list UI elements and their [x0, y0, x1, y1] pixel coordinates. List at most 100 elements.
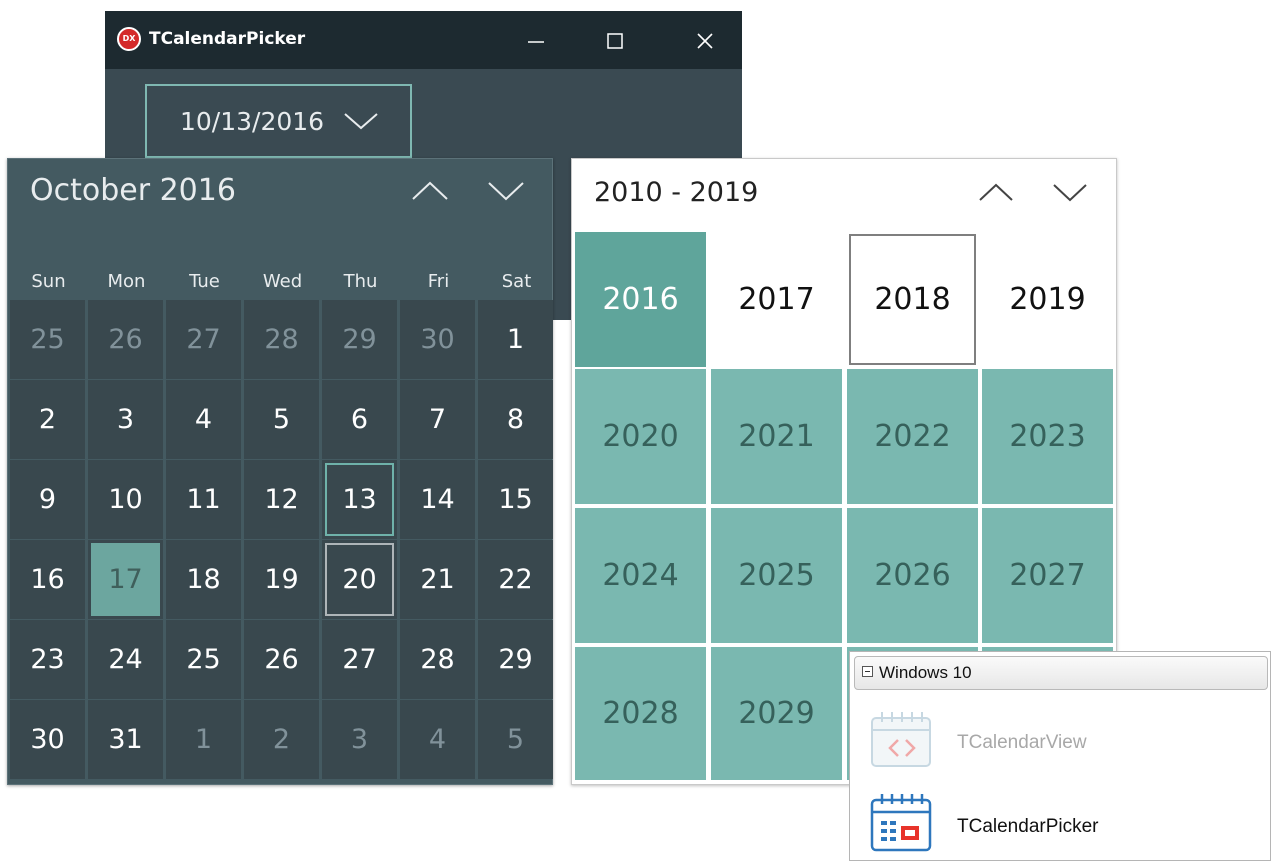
year-cell[interactable]: 2019	[982, 232, 1113, 367]
day-cell[interactable]: 26	[244, 620, 319, 699]
day-number: 30	[30, 724, 65, 755]
year-cell[interactable]: 2028	[575, 647, 706, 780]
day-cell[interactable]: 20	[322, 540, 397, 619]
title-bar[interactable]: DX TCalendarPicker	[105, 11, 742, 69]
collapse-icon[interactable]	[862, 666, 873, 677]
day-number: 2	[38, 404, 57, 435]
close-icon	[697, 33, 713, 49]
weekday-label: Wed	[262, 271, 303, 292]
day-cell[interactable]: 24	[88, 620, 163, 699]
previous-decade-icon[interactable]	[978, 181, 1014, 203]
maximize-icon	[607, 33, 623, 49]
day-cell[interactable]: 30	[400, 300, 475, 379]
tool-palette: Windows 10 TCalendarView TCalendarPicker	[849, 651, 1271, 861]
day-cell[interactable]: 2	[10, 380, 85, 459]
year-cell[interactable]: 2024	[575, 508, 706, 643]
day-cell[interactable]: 28	[400, 620, 475, 699]
day-cell[interactable]: 30	[10, 700, 85, 779]
day-cell[interactable]: 27	[166, 300, 241, 379]
day-cell[interactable]: 10	[88, 460, 163, 539]
year-number: 2017	[738, 282, 815, 317]
day-number: 31	[108, 724, 143, 755]
day-cell[interactable]: 1	[166, 700, 241, 779]
day-cell[interactable]: 8	[478, 380, 553, 459]
weekday-label: Thu	[343, 271, 378, 292]
day-number: 22	[498, 564, 533, 595]
year-cell[interactable]: 2017	[711, 232, 842, 367]
day-cell[interactable]: 13	[322, 460, 397, 539]
day-cell[interactable]: 3	[88, 380, 163, 459]
day-cell[interactable]: 19	[244, 540, 319, 619]
minimize-button[interactable]	[516, 23, 556, 57]
year-cell[interactable]: 2027	[982, 508, 1113, 643]
palette-item-calendar-view[interactable]: TCalendarView	[957, 732, 1087, 754]
day-cell[interactable]: 28	[244, 300, 319, 379]
decade-header[interactable]: 2010 - 2019	[594, 177, 758, 208]
day-cell[interactable]: 25	[166, 620, 241, 699]
palette-category-header[interactable]: Windows 10	[854, 656, 1268, 690]
year-cell[interactable]: 2029	[711, 647, 842, 780]
previous-month-icon[interactable]	[411, 179, 449, 203]
day-number: 23	[30, 644, 65, 675]
day-cell[interactable]: 31	[88, 700, 163, 779]
next-decade-icon[interactable]	[1052, 181, 1088, 203]
day-cell[interactable]: 14	[400, 460, 475, 539]
year-number: 2028	[602, 696, 679, 731]
year-number: 2022	[874, 419, 951, 454]
day-cell[interactable]: 21	[400, 540, 475, 619]
chevron-down-icon	[344, 113, 378, 130]
year-cell[interactable]: 2021	[711, 369, 842, 504]
day-cell[interactable]: 9	[10, 460, 85, 539]
day-number: 16	[30, 564, 65, 595]
day-number: 9	[38, 484, 57, 515]
year-cell[interactable]: 2020	[575, 369, 706, 504]
day-number: 4	[428, 724, 447, 755]
day-cell[interactable]: 25	[10, 300, 85, 379]
day-cell[interactable]: 22	[478, 540, 553, 619]
day-cell[interactable]: 12	[244, 460, 319, 539]
day-cell[interactable]: 17	[88, 540, 163, 619]
next-month-icon[interactable]	[487, 179, 525, 203]
day-cell[interactable]: 23	[10, 620, 85, 699]
day-cell[interactable]: 29	[322, 300, 397, 379]
day-number: 27	[186, 324, 221, 355]
year-number: 2027	[1009, 558, 1086, 593]
day-cell[interactable]: 29	[478, 620, 553, 699]
month-header[interactable]: October 2016	[30, 173, 236, 208]
year-cell[interactable]: 2025	[711, 508, 842, 643]
day-cell[interactable]: 27	[322, 620, 397, 699]
day-number: 18	[186, 564, 221, 595]
year-cell[interactable]: 2018	[847, 232, 978, 367]
close-button[interactable]	[685, 23, 725, 57]
weekday-label: Tue	[189, 271, 220, 292]
day-cell[interactable]: 26	[88, 300, 163, 379]
day-cell[interactable]: 4	[166, 380, 241, 459]
day-cell[interactable]: 7	[400, 380, 475, 459]
day-cell[interactable]: 5	[244, 380, 319, 459]
day-number: 25	[30, 324, 65, 355]
day-number: 12	[264, 484, 299, 515]
date-picker-field[interactable]: 10/13/2016	[145, 84, 412, 158]
year-cell[interactable]: 2022	[847, 369, 978, 504]
day-cell[interactable]: 18	[166, 540, 241, 619]
day-cell[interactable]: 2	[244, 700, 319, 779]
year-number: 2023	[1009, 419, 1086, 454]
palette-item-calendar-picker[interactable]: TCalendarPicker	[957, 816, 1099, 838]
day-cell[interactable]: 11	[166, 460, 241, 539]
maximize-button[interactable]	[595, 23, 635, 57]
year-number: 2021	[738, 419, 815, 454]
day-number: 4	[194, 404, 213, 435]
year-cell[interactable]: 2016	[575, 232, 706, 367]
year-cell[interactable]: 2023	[982, 369, 1113, 504]
day-cell[interactable]: 1	[478, 300, 553, 379]
day-cell[interactable]: 16	[10, 540, 85, 619]
day-cell[interactable]: 4	[400, 700, 475, 779]
day-number: 29	[498, 644, 533, 675]
day-cell[interactable]: 15	[478, 460, 553, 539]
day-number: 26	[264, 644, 299, 675]
day-cell[interactable]: 3	[322, 700, 397, 779]
day-number: 17	[108, 564, 143, 595]
year-cell[interactable]: 2026	[847, 508, 978, 643]
day-cell[interactable]: 6	[322, 380, 397, 459]
day-cell[interactable]: 5	[478, 700, 553, 779]
